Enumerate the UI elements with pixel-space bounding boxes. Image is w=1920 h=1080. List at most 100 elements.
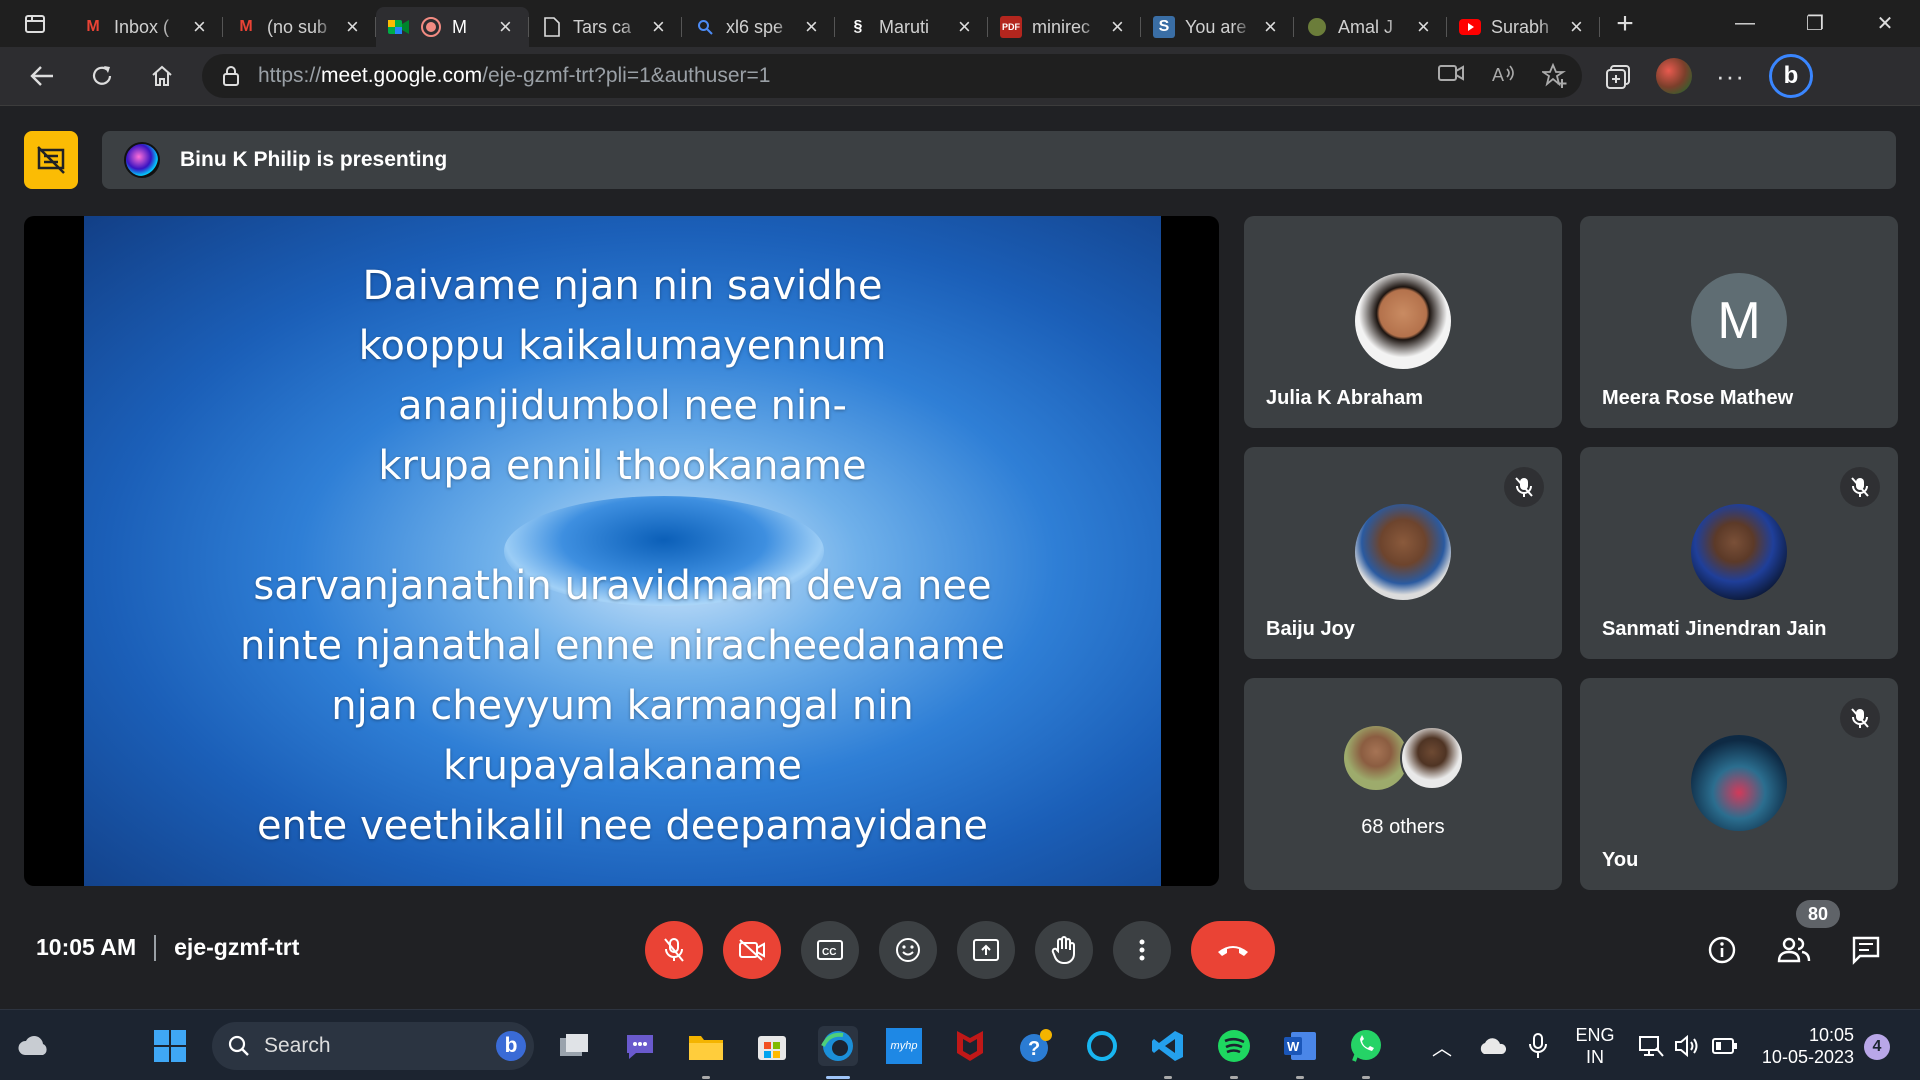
edge-browser-icon[interactable] [818,1026,858,1066]
captions-button[interactable]: CC [801,921,859,979]
microsoft-store-icon[interactable] [752,1026,792,1066]
network-icon[interactable] [1638,1034,1664,1058]
close-tab-icon[interactable]: × [499,16,517,38]
teams-chat-icon[interactable] [620,1026,660,1066]
window-controls: — ❐ ✕ [1710,0,1920,47]
refresh-button[interactable] [72,47,132,106]
raise-hand-button[interactable] [1035,921,1093,979]
tab-amal[interactable]: Amal J × [1294,7,1447,47]
avatar [1355,273,1451,369]
tab-title: Surabh [1491,16,1550,37]
close-tab-icon[interactable]: × [805,16,823,38]
mcafee-icon[interactable] [950,1026,990,1066]
onedrive-icon[interactable] [1478,1036,1508,1056]
restore-button[interactable]: ❐ [1780,0,1850,47]
close-window-button[interactable]: ✕ [1850,0,1920,47]
whatsapp-icon[interactable] [1346,1026,1386,1066]
meeting-controls-bar: 10:05 AM eje-gzmf-trt CC 80 [0,886,1920,1009]
participant-count-badge: 80 [1796,900,1840,928]
present-now-button[interactable] [957,921,1015,979]
tab-you-are[interactable]: S You are × [1141,7,1294,47]
tab-no-subject[interactable]: M (no sub × [223,7,376,47]
close-tab-icon[interactable]: × [652,16,670,38]
bing-copilot-button[interactable]: b [1768,54,1813,98]
self-tile[interactable]: You [1580,678,1898,890]
tab-xl6-search[interactable]: xl6 spe × [682,7,835,47]
leave-call-button[interactable] [1191,921,1275,979]
tab-actions-button[interactable] [0,0,70,47]
participant-tile[interactable]: Baiju Joy [1244,447,1562,659]
slide-line: krupa ennil thookaname [378,443,867,489]
close-tab-icon[interactable]: × [346,16,364,38]
running-indicator [1230,1076,1238,1079]
more-options-button[interactable] [1113,921,1171,979]
close-tab-icon[interactable]: × [1111,16,1129,38]
notification-badge[interactable]: 4 [1864,1034,1890,1060]
close-tab-icon[interactable]: × [1417,16,1435,38]
participant-tile[interactable]: Julia K Abraham [1244,216,1562,428]
close-tab-icon[interactable]: × [193,16,211,38]
toggle-mic-button[interactable] [645,921,703,979]
captions-icon: CC [817,940,843,960]
participant-tile[interactable]: M Meera Rose Mathew [1580,216,1898,428]
battery-icon[interactable] [1712,1036,1738,1056]
close-tab-icon[interactable]: × [1264,16,1282,38]
cortana-icon[interactable] [1082,1026,1122,1066]
spotify-icon[interactable] [1214,1026,1254,1066]
presentation-stage[interactable]: Daivame njan nin savidhe kooppu kaikalum… [24,216,1219,886]
tab-google-meet[interactable]: M × [376,7,529,47]
pdf-icon: PDF [1000,16,1022,38]
collections-icon[interactable] [1604,63,1632,89]
url-bar[interactable]: https://meet.google.com/eje-gzmf-trt?pli… [202,54,1582,98]
myhp-icon[interactable]: myhp [884,1026,924,1066]
start-button[interactable] [150,1026,190,1066]
file-explorer-icon[interactable] [686,1026,726,1066]
shared-slide: Daivame njan nin savidhe kooppu kaikalum… [84,216,1161,886]
people-button[interactable] [1770,926,1818,974]
participant-tile[interactable]: Sanmati Jinendran Jain [1580,447,1898,659]
presentation-indicator[interactable] [24,131,78,189]
taskbar-search[interactable]: Search b [212,1022,534,1070]
mic-off-icon [664,938,684,962]
cloud-icon [18,1036,47,1055]
search-icon [694,16,716,38]
active-indicator [826,1076,850,1079]
close-tab-icon[interactable]: × [1570,16,1588,38]
system-clock[interactable]: 10:05 10-05-2023 [1754,1024,1854,1068]
read-aloud-icon[interactable]: A [1490,63,1516,85]
more-options-icon[interactable]: ··· [1716,61,1745,92]
tab-tars[interactable]: Tars ca × [529,7,682,47]
word-icon[interactable]: W [1280,1026,1320,1066]
language-indicator[interactable]: ENG IN [1572,1024,1618,1068]
volume-icon[interactable] [1674,1034,1700,1058]
vscode-icon[interactable] [1148,1026,1188,1066]
others-tile[interactable]: 68 others [1244,678,1562,890]
tab-inbox[interactable]: M Inbox ( × [70,7,223,47]
home-button[interactable] [132,47,192,106]
task-view-icon[interactable] [554,1026,594,1066]
meeting-details-button[interactable] [1698,926,1746,974]
profile-avatar[interactable] [1656,58,1692,94]
slide-line: kooppu kaikalumayennum [358,323,887,369]
new-tab-button[interactable]: + [1600,7,1650,41]
camera-permission-icon[interactable] [1438,63,1464,83]
refresh-icon [92,66,112,85]
url-path: /eje-gzmf-trt?pli=1&authuser=1 [482,64,771,87]
minimize-button[interactable]: — [1710,0,1780,47]
get-help-icon[interactable]: ? [1016,1026,1056,1066]
tab-minirec[interactable]: PDF minirec × [988,7,1141,47]
reactions-button[interactable] [879,921,937,979]
close-tab-icon[interactable]: × [958,16,976,38]
add-favorite-icon[interactable] [1542,63,1568,89]
avatar [1691,735,1787,831]
chevron-up-icon[interactable]: ︿ [1432,1032,1452,1061]
back-button[interactable] [12,47,72,106]
info-icon [1708,936,1736,964]
chat-button[interactable] [1842,926,1890,974]
tab-maruti[interactable]: § Maruti × [835,7,988,47]
toggle-camera-button[interactable] [723,921,781,979]
tab-surabh[interactable]: Surabh × [1447,7,1600,47]
microphone-icon[interactable] [1528,1032,1548,1060]
bing-search-icon: b [496,1031,526,1061]
weather-widget[interactable] [14,1026,54,1066]
